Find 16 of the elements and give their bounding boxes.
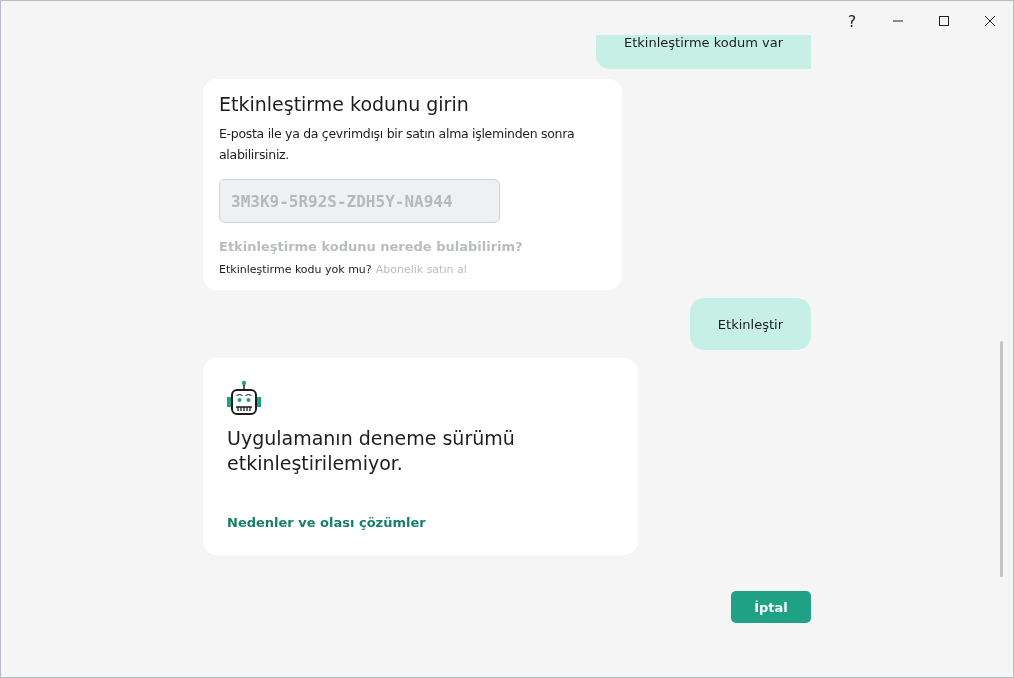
close-icon xyxy=(984,15,996,27)
card-title: Etkinleştirme kodunu girin xyxy=(219,93,470,115)
solutions-link[interactable]: Nedenler ve olası çözümler xyxy=(227,515,426,530)
code-input-field[interactable]: 3M3K9-5R92S-ZDH5Y-NA944 xyxy=(219,179,500,223)
chat-bubble: Etkinleştir xyxy=(689,298,811,350)
robot-icon xyxy=(227,380,261,416)
help-button[interactable]: ? xyxy=(829,1,875,41)
help-link[interactable]: Etkinleştirme kodunu nerede bulabilirim? xyxy=(219,239,523,254)
error-title: Uygulamanın deneme sürümü etkinleştirilemiyor. xyxy=(227,426,516,476)
maximize-icon xyxy=(938,15,950,27)
buy-link[interactable]: Abonelik satın al xyxy=(375,263,467,276)
card-description: E-posta ile ya da çevrimdışı bir satın alma işleminden sonra alabilirsiniz. xyxy=(219,125,576,164)
cancel-button[interactable]: İptal xyxy=(731,591,811,623)
question-text: Etkinleştirme kodu yok mu? xyxy=(219,263,372,276)
scrollbar[interactable] xyxy=(1000,341,1003,577)
chat-bubble: Etkinleştirme kodum var xyxy=(596,35,811,69)
